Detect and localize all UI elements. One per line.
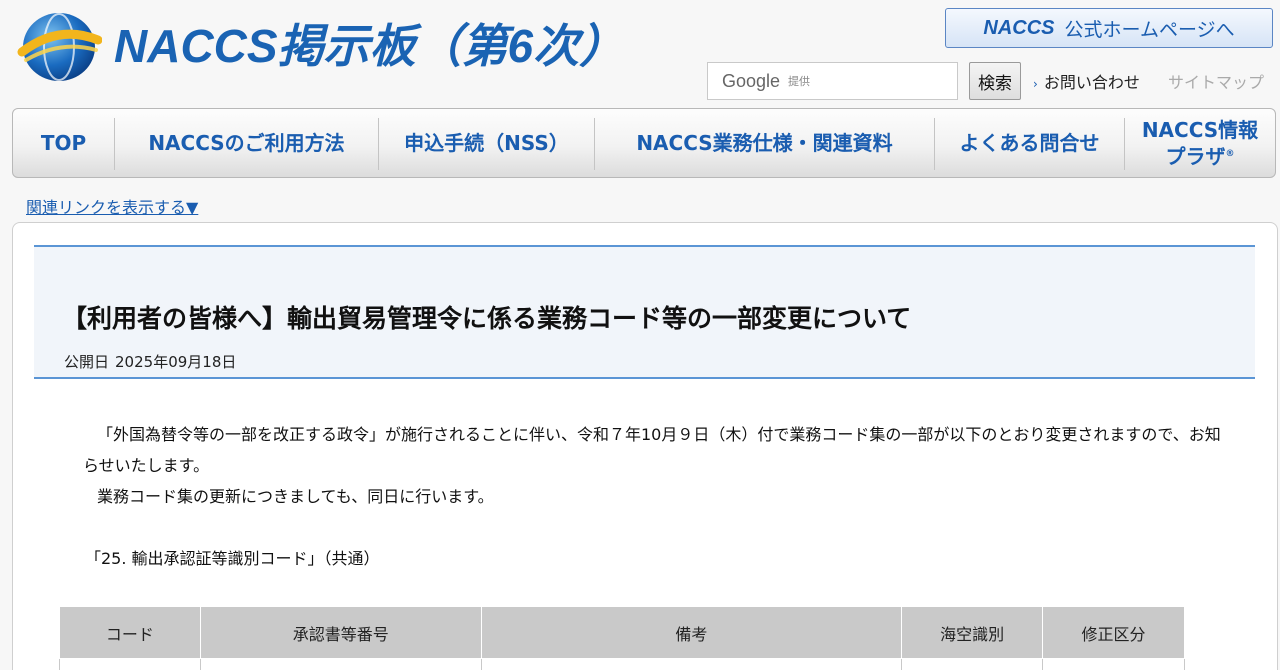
table-cell xyxy=(59,658,201,670)
nav-item-usage[interactable]: NACCSのご利用方法 xyxy=(115,109,378,177)
nav-item-specifications[interactable]: NACCS業務仕様・関連資料 xyxy=(595,109,934,177)
body-paragraph: 「外国為替令等の一部を改正する政令」が施行されることに伴い、令和７年10月９日（… xyxy=(83,425,1221,475)
column-header-code: コード xyxy=(59,606,201,659)
column-header-sea-air: 海空識別 xyxy=(901,606,1044,659)
search-button[interactable]: 検索 xyxy=(969,62,1021,100)
official-link-brand: NACCS xyxy=(983,16,1055,39)
article-title: 【利用者の皆様へ】輸出貿易管理令に係る業務コード等の一部変更について xyxy=(62,304,912,333)
column-header-remarks: 備考 xyxy=(480,606,903,659)
table-cell xyxy=(901,658,1044,670)
column-header-approval-number: 承認書等番号 xyxy=(199,606,482,659)
publish-date-value: 2025年09月18日 xyxy=(115,353,237,371)
content-panel: 【利用者の皆様へ】輸出貿易管理令に係る業務コード等の一部変更について 公開日 20… xyxy=(12,222,1278,670)
table-cell xyxy=(1042,658,1185,670)
official-link-label: 公式ホームページへ xyxy=(1064,18,1235,41)
contact-link-label: お問い合わせ xyxy=(1043,73,1140,92)
table-cell xyxy=(480,658,903,670)
official-homepage-link[interactable]: NACCS 公式ホームページへ xyxy=(945,8,1273,48)
site-header: NACCS掲示板（第6次） NACCS 公式ホームページへ Google 提供 … xyxy=(0,0,1280,108)
sitemap-link[interactable]: サイトマップ xyxy=(1168,69,1264,93)
section-heading: 「25. 輸出承認証等識別コード」（共通） xyxy=(85,549,380,568)
article-header: 【利用者の皆様へ】輸出貿易管理令に係る業務コード等の一部変更について 公開日 20… xyxy=(34,245,1255,379)
nav-item-info-plaza[interactable]: NACCS情報 プラザ® xyxy=(1125,109,1275,177)
nav-item-info-plaza-line1: NACCS情報 xyxy=(1141,117,1259,142)
global-nav: TOP NACCSのご利用方法 申込手続（NSS） NACCS業務仕様・関連資料… xyxy=(12,108,1276,178)
column-header-revision-type: 修正区分 xyxy=(1042,606,1185,659)
body-paragraph: 業務コード集の更新につきましても、同日に行います。 xyxy=(97,487,494,506)
nav-item-top[interactable]: TOP xyxy=(13,109,114,177)
publish-date: 公開日 2025年09月18日 xyxy=(64,351,236,372)
table-row xyxy=(59,658,1185,670)
contact-link[interactable]: › お問い合わせ xyxy=(1033,69,1140,93)
article-body: 「外国為替令等の一部を改正する政令」が施行されることに伴い、令和７年10月９日（… xyxy=(83,419,1223,512)
publish-date-label: 公開日 xyxy=(64,353,110,371)
search-box[interactable]: Google 提供 xyxy=(707,62,958,100)
show-related-links[interactable]: 関連リンクを表示する▼ xyxy=(26,194,198,218)
nav-item-application[interactable]: 申込手続（NSS） xyxy=(379,109,594,177)
naccs-globe-logo[interactable] xyxy=(16,10,102,84)
nav-item-faq[interactable]: よくある問合せ xyxy=(935,109,1124,177)
nav-item-info-plaza-line2: プラザ® xyxy=(1165,144,1235,169)
search-input[interactable] xyxy=(708,63,957,99)
site-title[interactable]: NACCS掲示板（第6次） xyxy=(114,16,625,76)
chevron-right-icon: › xyxy=(1033,77,1038,91)
table-header-row: コード 承認書等番号 備考 海空識別 修正区分 xyxy=(59,606,1185,659)
code-table: コード 承認書等番号 備考 海空識別 修正区分 xyxy=(59,606,1185,670)
table-cell xyxy=(199,658,482,670)
